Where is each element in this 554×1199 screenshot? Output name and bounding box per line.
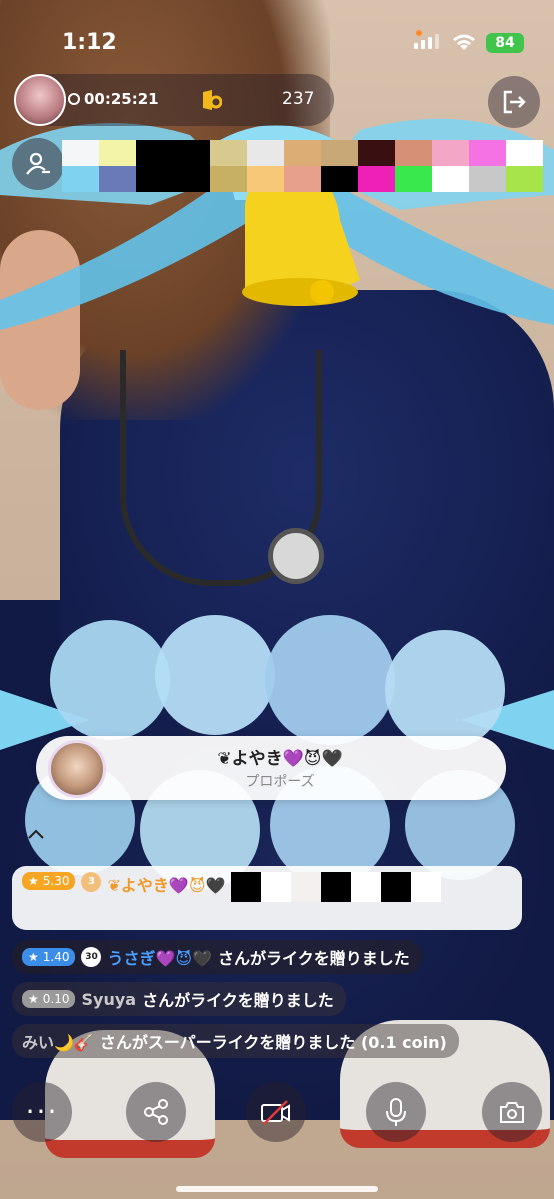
- chat-username[interactable]: ❦よやき💜😈🖤: [107, 872, 225, 896]
- share-icon: [144, 1099, 168, 1125]
- gift-type-label: プロポーズ: [245, 774, 315, 790]
- camera-flip-icon: [500, 1102, 524, 1123]
- exit-button[interactable]: [488, 76, 540, 128]
- home-indicator[interactable]: [176, 1186, 378, 1192]
- chat-username[interactable]: みい🌙🎸: [22, 1029, 94, 1053]
- follow-button[interactable]: [12, 138, 64, 190]
- camera-off-icon: [261, 1100, 290, 1125]
- days-badge: 30: [81, 947, 102, 967]
- rank-icon: 3: [81, 872, 102, 892]
- chat-row-superlike[interactable]: みい🌙🎸 さんがスーパーライクを贈りました (0.1 coin): [12, 1024, 459, 1058]
- gift-sender-name: ❦よやき💜😈🖤: [217, 749, 343, 769]
- gift-sender-avatar[interactable]: [48, 740, 106, 798]
- star-icon: ★: [28, 992, 39, 1006]
- viewer-count: 237: [282, 89, 315, 109]
- follow-icon: [26, 152, 50, 175]
- stream-timer: 00:25:21: [68, 90, 159, 108]
- share-button[interactable]: [126, 1082, 186, 1142]
- censor-mosaic: [62, 140, 543, 192]
- bottom-toolbar: ···: [0, 1082, 554, 1152]
- chat-username[interactable]: Syuya: [81, 990, 136, 1009]
- coin-icon: [203, 90, 222, 110]
- level-badge: ★ 5.30: [22, 872, 76, 890]
- microphone-button[interactable]: [366, 1082, 426, 1142]
- host-avatar[interactable]: [14, 74, 66, 126]
- level-badge: ★ 1.40: [22, 948, 76, 966]
- microphone-icon: [386, 1098, 406, 1126]
- chat-message: さんがライクを贈りました: [218, 949, 410, 968]
- chat-message: さんがスーパーライクを贈りました (0.1 coin): [99, 1033, 447, 1052]
- censor-blocks: [231, 872, 442, 902]
- status-time: 1:12: [62, 30, 117, 55]
- clock-icon: [68, 93, 80, 105]
- level-badge: ★ 0.10: [22, 990, 76, 1008]
- chat-message: さんがライクを贈りました: [142, 991, 334, 1010]
- chat-row-like-2[interactable]: ★ 0.10 Syuya さんがライクを贈りました: [12, 982, 346, 1016]
- stream-timer-value: 00:25:21: [84, 90, 159, 108]
- chevron-up-icon[interactable]: [26, 824, 46, 844]
- chat-row-gift[interactable]: ★ 5.30 3 ❦よやき💜😈🖤: [12, 866, 522, 930]
- more-icon: ···: [25, 1095, 59, 1128]
- star-icon: ★: [28, 950, 39, 964]
- exit-icon: [503, 90, 526, 114]
- video-chestpiece: [268, 528, 324, 584]
- chat-row-like-1[interactable]: ★ 1.40 30 うさぎ💜😈🖤 さんがライクを贈りました: [12, 940, 422, 974]
- chat-username[interactable]: うさぎ💜😈🖤: [107, 945, 212, 969]
- wifi-icon: [453, 34, 475, 50]
- signal-icon: [414, 34, 439, 49]
- status-bar: 1:12 84: [0, 20, 554, 70]
- camera-flip-button[interactable]: [482, 1082, 542, 1142]
- battery-indicator: 84: [486, 33, 524, 53]
- more-button[interactable]: ···: [12, 1082, 72, 1142]
- star-icon: ★: [28, 874, 39, 888]
- camera-toggle-button[interactable]: [246, 1082, 306, 1142]
